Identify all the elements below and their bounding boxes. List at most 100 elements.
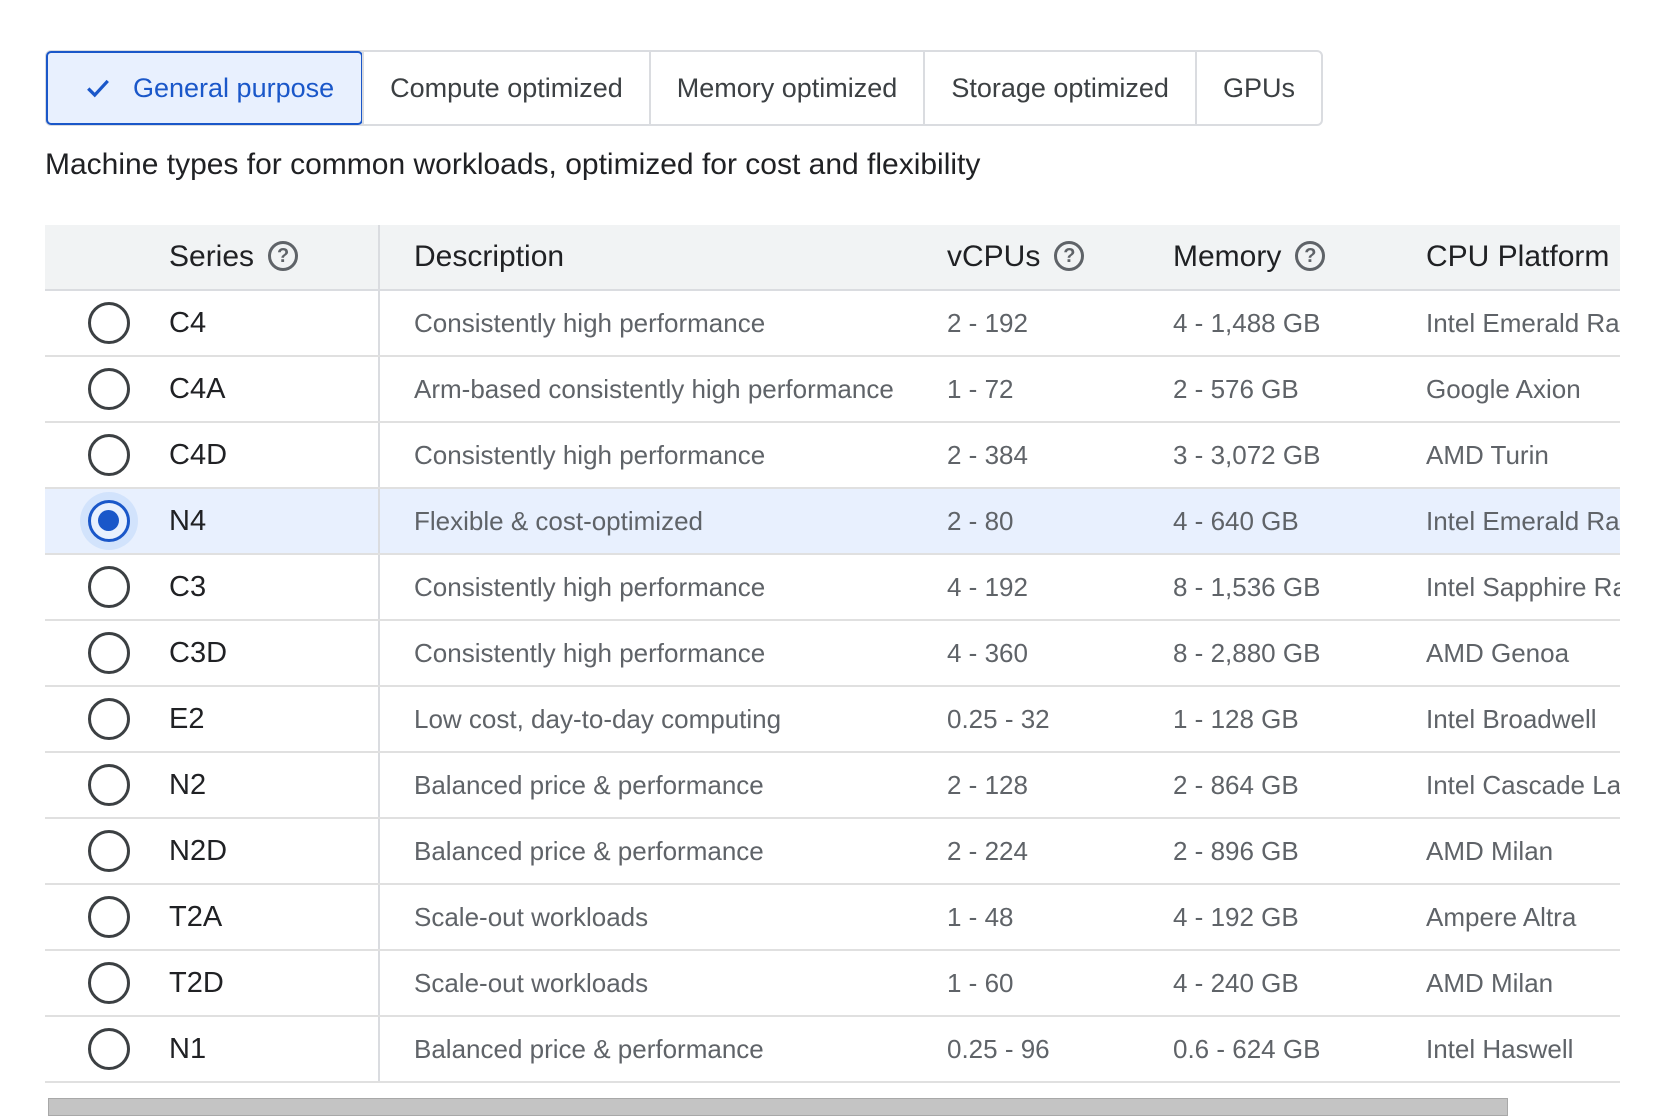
series-cpu-platform: AMD Turin [1426, 422, 1620, 489]
series-vcpus: 2 - 128 [947, 752, 1173, 819]
header-select [45, 225, 158, 291]
series-radio[interactable] [88, 698, 130, 740]
series-memory: 1 - 128 GB [1173, 686, 1426, 753]
table-row[interactable]: E2 Low cost, day-to-day computing 0.25 - 3… [45, 686, 1620, 753]
series-cpu-platform: Intel Sapphire Rapids [1426, 554, 1620, 621]
select-cell [45, 422, 158, 489]
select-cell [45, 488, 158, 555]
series-memory: 4 - 240 GB [1173, 950, 1426, 1017]
series-description: Arm-based consistently high performance [379, 356, 947, 423]
series-description: Balanced price & performance [379, 752, 947, 819]
series-vcpus: 2 - 384 [947, 422, 1173, 489]
series-description: Consistently high performance [379, 554, 947, 621]
series-cpu-platform: Intel Broadwell [1426, 686, 1620, 753]
series-memory: 4 - 640 GB [1173, 488, 1426, 555]
series-cpu-platform: Ampere Altra [1426, 884, 1620, 951]
help-icon[interactable]: ? [268, 241, 299, 272]
tab-storage-optimized[interactable]: Storage optimized [923, 52, 1195, 124]
select-cell [45, 1016, 158, 1083]
series-memory: 2 - 576 GB [1173, 356, 1426, 423]
table-row[interactable]: C4A Arm-based consistently high performan… [45, 356, 1620, 423]
table-row[interactable]: N4 Flexible & cost-optimized 2 - 80 4 - 640… [45, 488, 1620, 555]
table-row[interactable]: C4 Consistently high performance 2 - 192 4 … [45, 290, 1620, 357]
series-description: Balanced price & performance [379, 1016, 947, 1083]
series-description: Balanced price & performance [379, 818, 947, 885]
table-header-row: Series? Description vCPUs? Memory? CPU P… [45, 225, 1620, 291]
series-radio[interactable] [88, 764, 130, 806]
tab-label: Storage optimized [951, 72, 1169, 103]
tab-general-purpose[interactable]: General purpose [45, 51, 364, 125]
series-name: N2D [158, 818, 380, 885]
tab-label: General purpose [133, 72, 335, 103]
series-radio[interactable] [88, 500, 130, 542]
series-cpu-platform: Intel Emerald Rapids [1426, 290, 1620, 357]
tab-compute-optimized[interactable]: Compute optimized [362, 52, 649, 124]
series-description: Consistently high performance [379, 422, 947, 489]
header-vcpus-label: vCPUs [947, 240, 1041, 273]
header-vcpus: vCPUs? [947, 225, 1173, 291]
series-radio[interactable] [88, 434, 130, 476]
select-cell [45, 620, 158, 687]
header-cpu-platform: CPU Platform [1426, 225, 1620, 291]
series-description: Flexible & cost-optimized [379, 488, 947, 555]
tab-memory-optimized[interactable]: Memory optimized [648, 52, 924, 124]
select-cell [45, 290, 158, 357]
series-cpu-platform: Google Axion [1426, 356, 1620, 423]
select-cell [45, 884, 158, 951]
series-memory: 8 - 1,536 GB [1173, 554, 1426, 621]
table-row[interactable]: N1 Balanced price & performance 0.25 - 96 0… [45, 1016, 1620, 1083]
table-body: C4 Consistently high performance 2 - 192 4 … [45, 290, 1620, 1083]
series-vcpus: 0.25 - 96 [947, 1016, 1173, 1083]
series-vcpus: 1 - 72 [947, 356, 1173, 423]
help-icon[interactable]: ? [1054, 241, 1085, 272]
series-memory: 4 - 192 GB [1173, 884, 1426, 951]
series-radio[interactable] [88, 1028, 130, 1070]
series-radio[interactable] [88, 830, 130, 872]
series-radio[interactable] [88, 302, 130, 344]
horizontal-scrollbar[interactable] [48, 1098, 1508, 1116]
series-name: E2 [158, 686, 380, 753]
help-icon[interactable]: ? [1295, 241, 1326, 272]
table-row[interactable]: C4D Consistently high performance 2 - 384 3… [45, 422, 1620, 489]
table-row[interactable]: T2D Scale-out workloads 1 - 60 4 - 240 GB AM… [45, 950, 1620, 1017]
series-radio[interactable] [88, 566, 130, 608]
series-cpu-platform: AMD Milan [1426, 950, 1620, 1017]
header-series-label: Series [169, 240, 255, 273]
series-vcpus: 4 - 360 [947, 620, 1173, 687]
table-row[interactable]: N2 Balanced price & performance 2 - 128 2 -… [45, 752, 1620, 819]
table-row[interactable]: T2A Scale-out workloads 1 - 48 4 - 192 GB Am… [45, 884, 1620, 951]
series-vcpus: 1 - 60 [947, 950, 1173, 1017]
series-cpu-platform: AMD Genoa [1426, 620, 1620, 687]
series-memory: 2 - 864 GB [1173, 752, 1426, 819]
machine-series-table: Series? Description vCPUs? Memory? CPU P… [45, 225, 1620, 1083]
series-vcpus: 4 - 192 [947, 554, 1173, 621]
series-memory: 4 - 1,488 GB [1173, 290, 1426, 357]
series-memory: 3 - 3,072 GB [1173, 422, 1426, 489]
series-name: C4A [158, 356, 380, 423]
series-name: N2 [158, 752, 380, 819]
select-cell [45, 356, 158, 423]
series-radio[interactable] [88, 632, 130, 674]
select-cell [45, 686, 158, 753]
table-row[interactable]: N2D Balanced price & performance 2 - 224 2 … [45, 818, 1620, 885]
series-radio[interactable] [88, 896, 130, 938]
tab-gpus[interactable]: GPUs [1194, 52, 1321, 124]
series-description: Scale-out workloads [379, 950, 947, 1017]
series-memory: 8 - 2,880 GB [1173, 620, 1426, 687]
series-description: Low cost, day-to-day computing [379, 686, 947, 753]
series-name: T2A [158, 884, 380, 951]
table-row[interactable]: C3 Consistently high performance 4 - 192 8 … [45, 554, 1620, 621]
select-cell [45, 818, 158, 885]
series-cpu-platform: AMD Milan [1426, 818, 1620, 885]
family-description: Machine types for common workloads, opti… [45, 148, 981, 181]
select-cell [45, 752, 158, 819]
series-radio[interactable] [88, 368, 130, 410]
series-cpu-platform: Intel Haswell [1426, 1016, 1620, 1083]
tab-label: Compute optimized [390, 72, 623, 103]
series-description: Consistently high performance [379, 620, 947, 687]
table-row[interactable]: C3D Consistently high performance 4 - 360 8… [45, 620, 1620, 687]
series-radio[interactable] [88, 962, 130, 1004]
series-memory: 2 - 896 GB [1173, 818, 1426, 885]
tab-label: Memory optimized [676, 72, 898, 103]
series-cpu-platform: Intel Cascade Lake [1426, 752, 1620, 819]
